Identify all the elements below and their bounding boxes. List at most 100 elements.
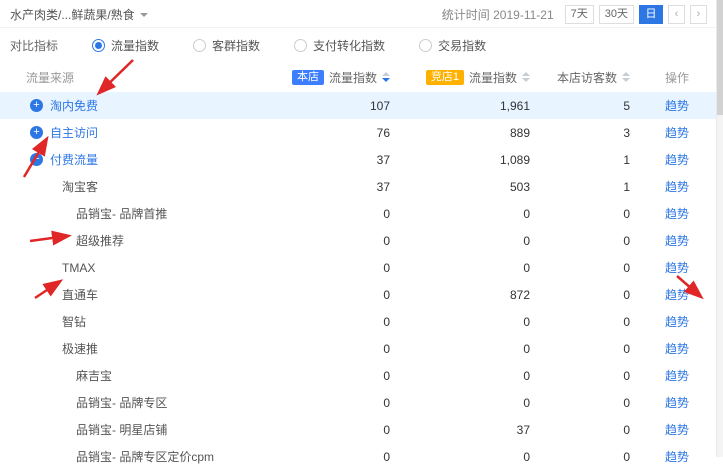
table-row[interactable]: 直通车 0 872 0 趋势 (0, 281, 723, 308)
source-name-cell: 品销宝- 品牌首推 (0, 205, 270, 222)
table-row[interactable]: 麻吉宝 0 0 0 趋势 (0, 362, 723, 389)
stat-time-label: 统计时间 2019-11-21 (442, 6, 554, 23)
expand-icon[interactable]: + (30, 126, 43, 139)
shop-index-value: 0 (270, 315, 390, 329)
analytics-page: 水产肉类/...鲜蔬果/熟食 统计时间 2019-11-21 7天 30天 日 … (0, 0, 723, 457)
visitors-value: 0 (530, 234, 630, 248)
shop-index-value: 0 (270, 207, 390, 221)
time-controls: 统计时间 2019-11-21 7天 30天 日 ‹ › (442, 5, 707, 24)
table-row[interactable]: TMAX 0 0 0 趋势 (0, 254, 723, 281)
rival-badge: 竞店1 (426, 70, 464, 85)
traffic-source-table: 流量来源 本店 流量指数 竞店1 流量指数 本店访客数 操作 + 淘内免费 (0, 62, 723, 470)
trend-link[interactable]: 趋势 (665, 180, 689, 194)
prev-day-button[interactable]: ‹ (668, 5, 685, 24)
source-name-cell: + 自主访问 (0, 124, 270, 141)
source-name: 淘内免费 (50, 97, 98, 114)
table-row[interactable]: 淘宝客 37 503 1 趋势 (0, 173, 723, 200)
range-30d-button[interactable]: 30天 (599, 5, 634, 24)
table-row[interactable]: 品销宝- 品牌专区 0 0 0 趋势 (0, 389, 723, 416)
sort-visitors[interactable] (622, 72, 630, 82)
shop-index-value: 0 (270, 234, 390, 248)
table-row[interactable]: + 淘内免费 107 1,961 5 趋势 (0, 92, 723, 119)
rival-index-value: 503 (390, 180, 530, 194)
visitors-value: 0 (530, 396, 630, 410)
source-name-cell: 直通车 (0, 286, 270, 303)
category-selector[interactable]: 水产肉类/...鲜蔬果/熟食 (10, 6, 148, 23)
trend-link[interactable]: 趋势 (665, 99, 689, 113)
rival-index-value: 1,961 (390, 99, 530, 113)
trend-link[interactable]: 趋势 (665, 261, 689, 275)
vertical-scrollbar[interactable] (716, 0, 723, 457)
rival-index-value: 0 (390, 315, 530, 329)
radio-conversion-index[interactable]: 支付转化指数 (294, 37, 385, 54)
visitors-value: 1 (530, 153, 630, 167)
rival-index-value: 0 (390, 234, 530, 248)
visitors-value: 0 (530, 288, 630, 302)
trend-link[interactable]: 趋势 (665, 288, 689, 302)
source-name: 麻吉宝 (76, 367, 112, 384)
expand-icon[interactable]: − (30, 153, 43, 166)
trend-link[interactable]: 趋势 (665, 342, 689, 356)
visitors-value: 0 (530, 207, 630, 221)
radio-icon (419, 39, 432, 52)
table-row[interactable]: − 付费流量 37 1,089 1 趋势 (0, 146, 723, 173)
source-name: 淘宝客 (62, 178, 98, 195)
trend-link[interactable]: 趋势 (665, 450, 689, 464)
trend-link[interactable]: 趋势 (665, 423, 689, 437)
source-name-cell: 麻吉宝 (0, 367, 270, 384)
source-name-cell: 淘宝客 (0, 178, 270, 195)
rival-index-value: 872 (390, 288, 530, 302)
radio-icon (92, 39, 105, 52)
visitors-value: 0 (530, 423, 630, 437)
sort-shop-index[interactable] (382, 72, 390, 82)
source-name: 极速推 (62, 340, 98, 357)
source-name-cell: 品销宝- 明星店铺 (0, 421, 270, 438)
source-name: 付费流量 (50, 151, 98, 168)
next-day-button[interactable]: › (690, 5, 707, 24)
source-name-cell: 超级推荐 (0, 232, 270, 249)
visitors-value: 1 (530, 180, 630, 194)
visitors-value: 3 (530, 126, 630, 140)
col-shop-index: 本店 流量指数 (270, 69, 390, 86)
table-row[interactable]: 智钻 0 0 0 趋势 (0, 308, 723, 335)
trend-link[interactable]: 趋势 (665, 126, 689, 140)
trend-link[interactable]: 趋势 (665, 153, 689, 167)
expand-icon[interactable]: + (30, 99, 43, 112)
source-name-cell: 品销宝- 品牌专区 (0, 394, 270, 411)
trend-link[interactable]: 趋势 (665, 234, 689, 248)
radio-icon (294, 39, 307, 52)
source-name-cell: 极速推 (0, 340, 270, 357)
shop-index-value: 0 (270, 369, 390, 383)
shop-index-value: 0 (270, 423, 390, 437)
range-7d-button[interactable]: 7天 (565, 5, 594, 24)
shop-badge: 本店 (292, 70, 324, 85)
table-row[interactable]: 超级推荐 0 0 0 趋势 (0, 227, 723, 254)
table-row[interactable]: 品销宝- 明星店铺 0 37 0 趋势 (0, 416, 723, 443)
rival-index-value: 0 (390, 342, 530, 356)
col-visitors: 本店访客数 (530, 69, 630, 86)
range-day-button[interactable]: 日 (639, 5, 663, 24)
trend-link[interactable]: 趋势 (665, 369, 689, 383)
trend-link[interactable]: 趋势 (665, 396, 689, 410)
source-name-cell: + 淘内免费 (0, 97, 270, 114)
source-name: 智钻 (62, 313, 86, 330)
shop-index-value: 0 (270, 396, 390, 410)
compare-metric-label: 对比指标 (10, 37, 58, 54)
source-name-cell: − 付费流量 (0, 151, 270, 168)
table-row[interactable]: 品销宝- 品牌首推 0 0 0 趋势 (0, 200, 723, 227)
category-label: 水产肉类/...鲜蔬果/熟食 (10, 6, 135, 23)
radio-customer-index[interactable]: 客群指数 (193, 37, 260, 54)
shop-index-value: 0 (270, 342, 390, 356)
radio-trade-index[interactable]: 交易指数 (419, 37, 486, 54)
table-row[interactable]: 极速推 0 0 0 趋势 (0, 335, 723, 362)
scrollbar-thumb[interactable] (717, 0, 723, 115)
table-row[interactable]: + 自主访问 76 889 3 趋势 (0, 119, 723, 146)
top-bar: 水产肉类/...鲜蔬果/熟食 统计时间 2019-11-21 7天 30天 日 … (0, 0, 723, 28)
shop-index-value: 37 (270, 153, 390, 167)
rival-index-value: 1,089 (390, 153, 530, 167)
compare-metric-bar: 对比指标 流量指数 客群指数 支付转化指数 交易指数 (0, 28, 723, 62)
trend-link[interactable]: 趋势 (665, 207, 689, 221)
radio-traffic-index[interactable]: 流量指数 (92, 37, 159, 54)
trend-link[interactable]: 趋势 (665, 315, 689, 329)
sort-rival-index[interactable] (522, 72, 530, 82)
